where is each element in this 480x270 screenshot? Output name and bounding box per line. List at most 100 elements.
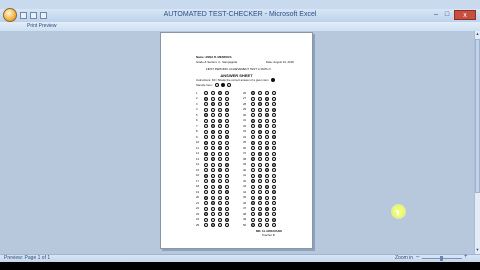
answer-bubble xyxy=(251,201,255,205)
answer-bubble xyxy=(211,129,215,134)
instructions: Instructions: Fill / Shade the correct a… xyxy=(196,78,269,82)
answer-bubble xyxy=(211,118,215,123)
print-preview-page: Name: ANNA R. MENDOZA Grade & Section: 3… xyxy=(160,32,313,249)
zoom-slider-thumb[interactable] xyxy=(440,256,443,261)
answer-bubble xyxy=(258,113,262,117)
vertical-scrollbar[interactable]: ▲ ▼ xyxy=(474,31,480,254)
answer-bubble xyxy=(211,201,215,205)
answer-bubble xyxy=(251,135,255,139)
answer-bubble xyxy=(251,223,255,227)
answer-bubble xyxy=(258,91,262,95)
answer-bubble xyxy=(218,173,222,178)
zoom-label[interactable]: Zoom in xyxy=(395,255,413,261)
answer-bubble xyxy=(251,102,255,106)
question-number: 34 xyxy=(243,134,247,139)
minimize-button[interactable]: – xyxy=(431,10,441,20)
maximize-button[interactable]: □ xyxy=(442,10,452,20)
status-page-info: Preview: Page 1 of 1 xyxy=(4,255,51,261)
answer-bubble xyxy=(225,190,229,194)
answer-bubble xyxy=(225,151,229,156)
answer-bubble xyxy=(251,107,255,112)
answer-bubble xyxy=(258,195,262,200)
answer-bubble xyxy=(204,135,208,139)
answer-bubble xyxy=(265,184,269,189)
answer-bubble xyxy=(265,190,269,194)
teacher-title: Teacher III xyxy=(262,233,276,237)
answer-bubble xyxy=(204,140,208,145)
question-number: 20 xyxy=(196,195,200,199)
answer-bubble xyxy=(218,223,222,227)
answer-bubble xyxy=(251,113,255,117)
answer-bubble xyxy=(204,113,208,117)
answer-bubble xyxy=(225,140,229,145)
answer-bubble xyxy=(265,157,269,161)
answer-bubble xyxy=(265,146,269,150)
question-number: 17 xyxy=(196,178,200,183)
student-name: Name: ANNA R. MENDOZA xyxy=(196,55,232,59)
answer-bubble xyxy=(265,151,269,156)
question-number: 27 xyxy=(243,96,247,100)
answer-bubble xyxy=(265,118,269,123)
scroll-up-icon[interactable]: ▲ xyxy=(475,31,480,36)
answer-bubble xyxy=(211,223,215,227)
answer-bubble xyxy=(225,173,229,178)
question-number: 26 xyxy=(243,90,247,95)
answer-bubble xyxy=(272,157,276,161)
answer-bubble xyxy=(265,91,269,95)
answer-bubble xyxy=(265,96,269,101)
answer-bubble xyxy=(265,168,269,172)
answer-bubble xyxy=(272,124,276,128)
grade-section: Grade & Section: 3 - Sampaguita xyxy=(196,60,238,64)
answer-bubble xyxy=(265,113,269,117)
question-number: 8 xyxy=(196,129,198,133)
answer-bubble xyxy=(204,206,208,211)
answer-bubble xyxy=(251,91,255,95)
question-number: 49 xyxy=(243,217,247,221)
answer-bubble xyxy=(272,168,276,172)
answer-bubble xyxy=(218,168,222,172)
answer-bubble xyxy=(225,206,229,211)
answer-bubble xyxy=(204,96,208,101)
answer-bubble xyxy=(265,102,269,106)
question-number: 12 xyxy=(196,151,200,155)
print-preview-tab[interactable]: Print Preview xyxy=(27,23,56,29)
answer-bubble xyxy=(204,107,208,112)
answer-bubble xyxy=(272,91,276,95)
answer-bubble xyxy=(218,118,222,123)
answer-bubble xyxy=(258,118,262,123)
answer-bubble xyxy=(225,118,229,123)
answer-bubble xyxy=(204,129,208,134)
answer-bubble xyxy=(211,173,215,178)
answer-bubble xyxy=(265,140,269,145)
answer-bubble xyxy=(204,212,208,216)
answer-bubble xyxy=(265,206,269,211)
zoom-in-icon[interactable]: + xyxy=(464,254,468,260)
answer-bubble xyxy=(258,162,262,167)
window-title: AUTOMATED TEST-CHECKER - Microsoft Excel xyxy=(163,11,317,18)
answer-bubble xyxy=(272,107,276,112)
answer-bubble xyxy=(211,195,215,200)
answer-bubble xyxy=(225,96,229,101)
answer-bubble xyxy=(204,118,208,123)
answer-bubble xyxy=(265,201,269,205)
answer-bubble xyxy=(211,96,215,101)
answer-bubble xyxy=(272,206,276,211)
scroll-down-icon[interactable]: ▼ xyxy=(475,247,480,252)
answer-bubble xyxy=(204,195,208,200)
answer-bubble xyxy=(251,168,255,172)
scroll-thumb[interactable] xyxy=(475,39,480,193)
question-number: 13 xyxy=(196,156,200,161)
answer-bubble xyxy=(204,190,208,194)
answer-bubble xyxy=(258,212,262,216)
answer-bubble xyxy=(272,162,276,167)
answer-bubble xyxy=(265,135,269,139)
answer-bubble xyxy=(251,129,255,134)
question-number: 35 xyxy=(243,140,247,144)
answer-bubble xyxy=(225,113,229,117)
close-button[interactable]: x xyxy=(454,10,476,20)
zoom-out-icon[interactable]: – xyxy=(416,254,419,260)
answer-bubble xyxy=(258,184,262,189)
answer-bubble xyxy=(225,135,229,139)
answer-bubble xyxy=(258,206,262,211)
answer-bubble xyxy=(251,162,255,167)
